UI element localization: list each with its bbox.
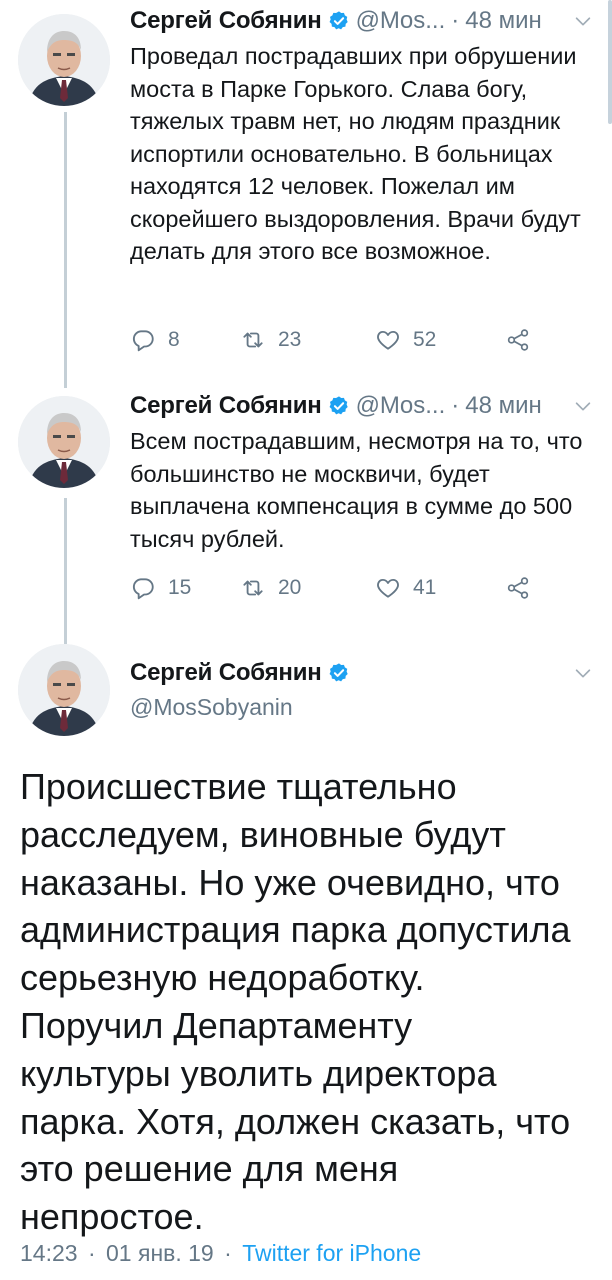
retweet-button[interactable]: 20	[240, 575, 375, 601]
author-name[interactable]: Сергей Собянин	[130, 7, 322, 35]
tweet[interactable]: Сергей Собянин @Mos... · 48 мин Проведал…	[130, 4, 594, 268]
retweet-icon	[240, 327, 266, 353]
like-count: 41	[413, 576, 437, 599]
reply-count: 15	[168, 576, 192, 599]
verified-badge-icon	[328, 662, 350, 684]
verified-badge-icon	[328, 395, 350, 417]
tweet-header: Сергей Собянин @Mos... · 48 мин	[130, 4, 594, 38]
heart-icon	[375, 327, 401, 353]
verified-badge-icon	[328, 10, 350, 32]
reply-icon	[130, 327, 156, 353]
retweet-count: 23	[278, 328, 302, 351]
chevron-down-icon[interactable]	[572, 10, 594, 32]
avatar[interactable]	[18, 396, 110, 488]
author-handle[interactable]: @Mos...	[356, 7, 446, 35]
tweet-header: Сергей Собянин @Mos... · 48 мин	[130, 389, 594, 423]
reply-icon	[130, 575, 156, 601]
tweet-meta: 14:23 · 01 янв. 19 · Twitter for iPhone	[20, 1240, 421, 1267]
author-name[interactable]: Сергей Собянин	[130, 659, 322, 687]
separator: ·	[87, 1240, 96, 1266]
author-name[interactable]: Сергей Собянин	[130, 392, 322, 420]
chevron-down-icon[interactable]	[572, 395, 594, 417]
share-icon	[505, 575, 531, 601]
reply-count: 8	[168, 328, 180, 351]
like-button[interactable]: 52	[375, 327, 505, 353]
main-tweet-text: Происшествие тщательно расследуем, винов…	[20, 766, 571, 1238]
heart-icon	[375, 575, 401, 601]
share-icon	[505, 327, 531, 353]
tweet-time[interactable]: 48 мин	[465, 7, 542, 35]
author-handle[interactable]: @Mos...	[356, 392, 446, 420]
tweet-time: 14:23	[20, 1240, 78, 1266]
retweet-icon	[240, 575, 266, 601]
tweet-actions: 8 23 52	[130, 325, 550, 355]
tweet-time[interactable]: 48 мин	[465, 392, 542, 420]
source-link[interactable]: Twitter for iPhone	[242, 1240, 421, 1266]
main-tweet-header[interactable]: Сергей Собянин @MosSobyanin	[130, 656, 594, 721]
separator: ·	[451, 392, 460, 419]
reply-button[interactable]: 15	[130, 575, 240, 601]
author-handle[interactable]: @MosSobyanin	[130, 694, 594, 721]
thread-line	[64, 112, 67, 388]
tweet[interactable]: Сергей Собянин @Mos... · 48 мин Всем пос…	[130, 389, 594, 555]
share-button[interactable]	[505, 327, 543, 353]
chevron-down-icon[interactable]	[572, 662, 594, 684]
avatar[interactable]	[18, 14, 110, 106]
tweet-text: Всем пострадавшим, несмотря на то, что б…	[130, 428, 583, 552]
separator: ·	[451, 7, 460, 34]
tweet-text: Проведал пострадавших при обрушении мост…	[130, 43, 581, 264]
avatar[interactable]	[18, 644, 110, 736]
like-count: 52	[413, 328, 437, 351]
thread-line	[64, 498, 67, 644]
share-button[interactable]	[505, 575, 543, 601]
separator: ·	[224, 1240, 232, 1266]
retweet-count: 20	[278, 576, 302, 599]
retweet-button[interactable]: 23	[240, 327, 375, 353]
like-button[interactable]: 41	[375, 575, 505, 601]
reply-button[interactable]: 8	[130, 327, 240, 353]
scrollbar[interactable]	[608, 0, 612, 124]
tweet-date: 01 янв. 19	[106, 1240, 214, 1266]
tweet-header: Сергей Собянин	[130, 656, 594, 690]
tweet-actions: 15 20 41	[130, 573, 550, 603]
